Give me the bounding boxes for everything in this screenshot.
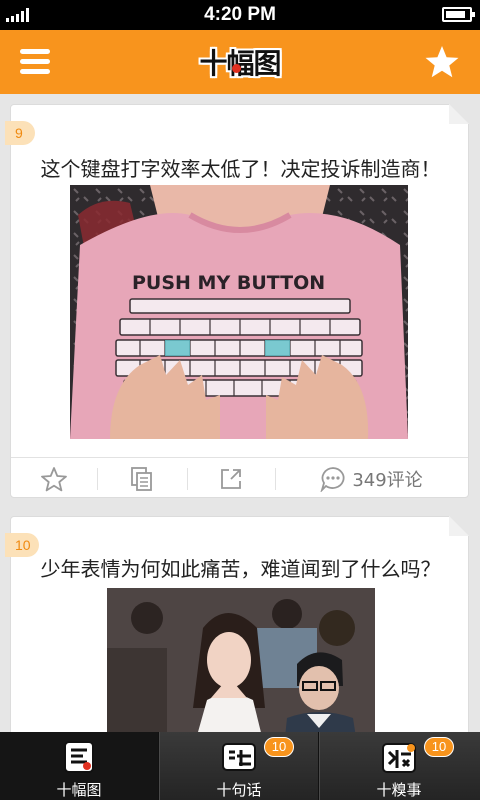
app-logo: 十幅图 [186,40,294,84]
bottom-tab-bar: 十幅图 10 十句话 10 十糗事 [0,732,480,800]
menu-button[interactable] [18,46,52,78]
tab-label: 十句话 [216,781,262,799]
comment-bubble-icon [320,467,345,492]
copy-action-button[interactable] [97,458,187,500]
battery-icon [442,7,475,22]
crowd-photo [107,588,375,732]
status-bar: 4:20 PM [0,0,480,30]
status-time: 4:20 PM [204,4,276,25]
post-card[interactable]: 10 少年表情为何如此痛苦，难道闻到了什么吗？ [5,516,469,732]
post-number-badge: 9 [5,121,35,145]
share-icon [221,469,241,489]
joke-tab-icon [382,743,416,773]
speech-tab-icon [222,743,256,771]
copy-icon [131,467,152,491]
star-outline-icon [41,467,67,492]
post-title: 这个键盘打字效率太低了！决定投诉制造商！ [40,157,441,181]
unread-badge: 10 [264,737,294,757]
share-action-button[interactable] [187,458,275,500]
keyboard-shirt-photo: PUSH MY BUTTON [70,185,408,439]
picture-tab-icon [64,741,94,773]
feed[interactable]: 9 这个键盘打字效率太低了！决定投诉制造商！ PUSH MY BUTTON 34… [0,94,480,732]
favorite-action-button[interactable] [11,458,97,500]
unread-badge: 10 [424,737,454,757]
post-image[interactable] [107,588,375,732]
logo-text: 十幅图 [199,47,281,80]
app-header: 十幅图 [0,30,480,94]
comment-action-button[interactable]: 349评论 [275,458,468,500]
hamburger-menu-icon [20,49,50,54]
tab-sentences[interactable]: 10 十句话 [160,732,318,800]
tab-pictures[interactable]: 十幅图 [0,732,158,800]
favorites-button[interactable] [424,44,460,80]
post-card[interactable]: 9 这个键盘打字效率太低了！决定投诉制造商！ PUSH MY BUTTON 34… [5,104,469,499]
comment-count: 349评论 [352,470,423,491]
tab-label: 十幅图 [56,781,102,799]
star-icon [425,46,459,78]
logo-dot [232,64,241,73]
page-fold [449,104,469,124]
post-actions: 349评论 [11,457,468,499]
tab-label: 十糗事 [376,781,422,799]
shirt-text: PUSH MY BUTTON [132,272,325,294]
tab-jokes[interactable]: 10 十糗事 [320,732,478,800]
page-fold [449,516,469,536]
post-image[interactable]: PUSH MY BUTTON [70,185,408,439]
post-title: 少年表情为何如此痛苦，难道闻到了什么吗？ [40,557,441,581]
